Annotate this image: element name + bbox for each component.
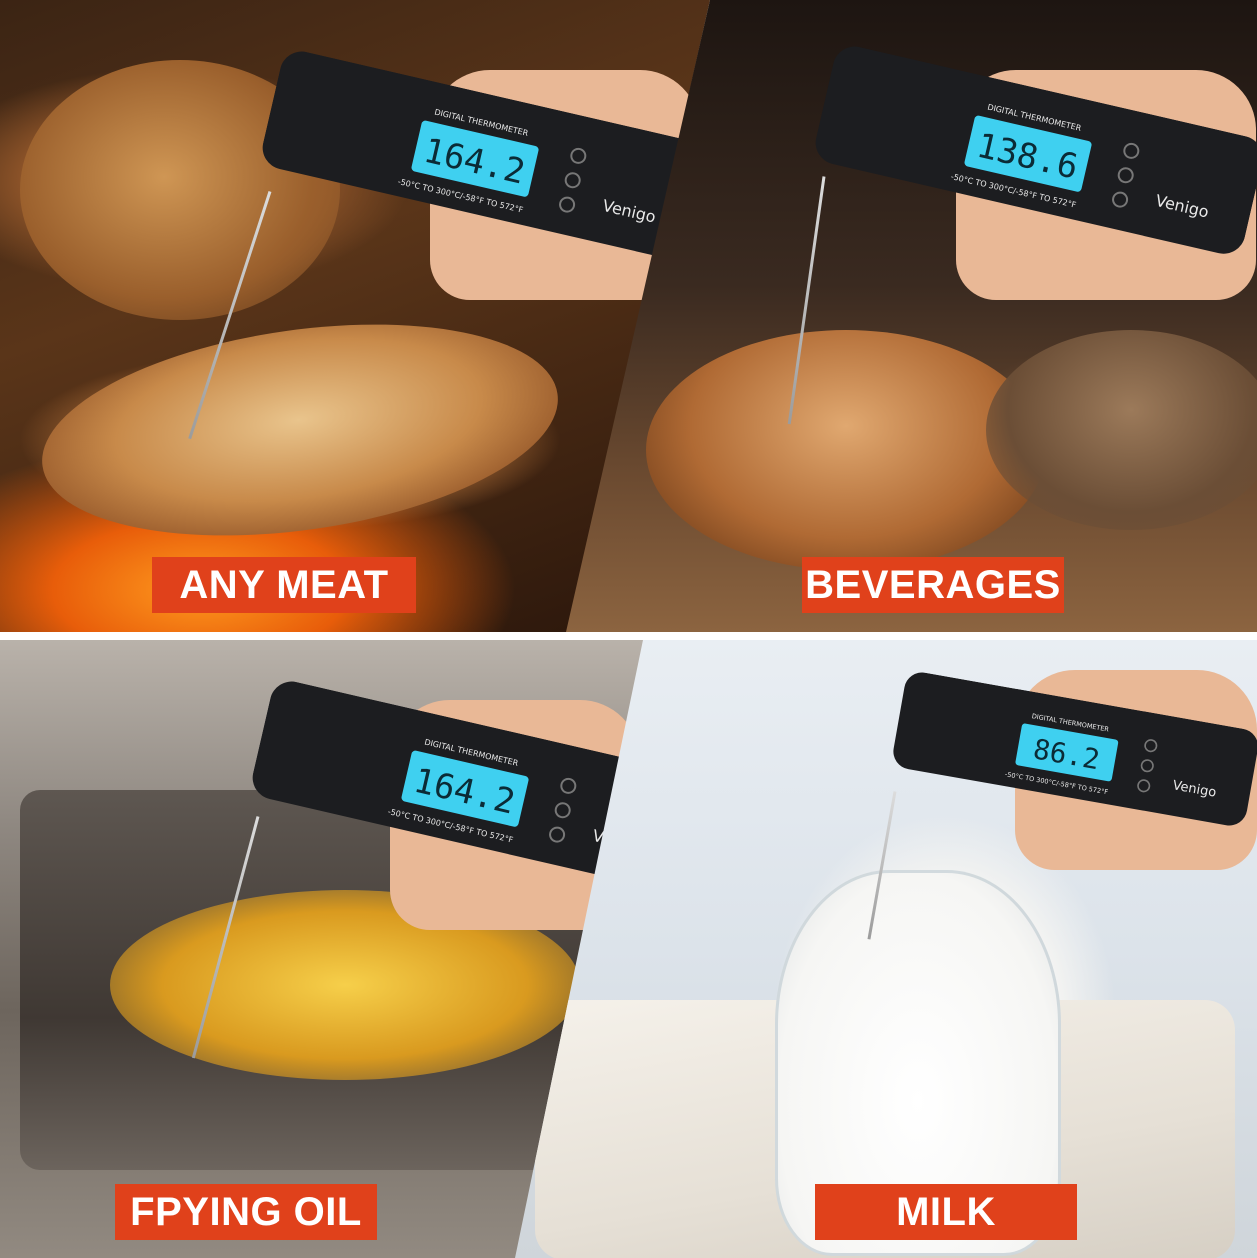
- label-milk: MILK: [815, 1184, 1077, 1240]
- bread-loaf: [646, 330, 1046, 570]
- label-beverages: BEVERAGES: [802, 557, 1064, 613]
- label-any-meat: ANY MEAT: [152, 557, 416, 613]
- label-frying-oil: FPYING OIL: [115, 1184, 377, 1240]
- photo-milk: 86.2 DIGITAL THERMOMETER -50°C TO 300°C/…: [515, 640, 1257, 1258]
- bread-loaf-back: [986, 330, 1257, 530]
- grilled-chicken: [28, 294, 572, 566]
